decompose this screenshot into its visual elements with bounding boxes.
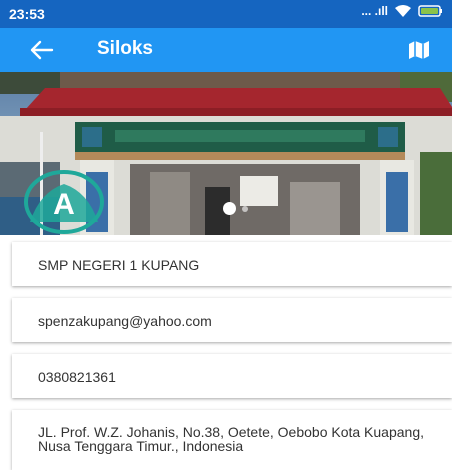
phone-card[interactable]: 0380821361 [12, 354, 452, 398]
arrow-left-icon [30, 40, 54, 60]
wifi-icon [395, 5, 411, 17]
logo-letter: A [53, 188, 75, 221]
carousel-indicator[interactable] [223, 202, 248, 215]
school-email[interactable]: spenzakupang@yahoo.com [38, 313, 212, 329]
map-icon [409, 41, 429, 59]
map-button[interactable] [408, 40, 430, 60]
address-card: JL. Prof. W.Z. Johanis, No.38, Oetete, O… [12, 410, 452, 470]
status-icons: ... .ıll [361, 4, 444, 18]
school-name: SMP NEGERI 1 KUPANG [38, 257, 200, 273]
carousel-dot[interactable] [242, 206, 248, 212]
carousel-dot-active[interactable] [223, 202, 236, 215]
battery-icon [418, 5, 442, 17]
status-bar: 23:53 ... .ıll [0, 0, 452, 28]
school-address: JL. Prof. W.Z. Johanis, No.38, Oetete, O… [38, 424, 425, 454]
page-title: Siloks [97, 38, 153, 59]
email-card[interactable]: spenzakupang@yahoo.com [12, 298, 452, 342]
signal-icon: ... .ıll [361, 4, 388, 18]
app-bar: Siloks [0, 28, 452, 72]
status-time: 23:53 [9, 6, 45, 22]
back-button[interactable] [28, 37, 56, 63]
school-phone[interactable]: 0380821361 [38, 369, 116, 385]
school-name-card: SMP NEGERI 1 KUPANG [12, 242, 452, 286]
